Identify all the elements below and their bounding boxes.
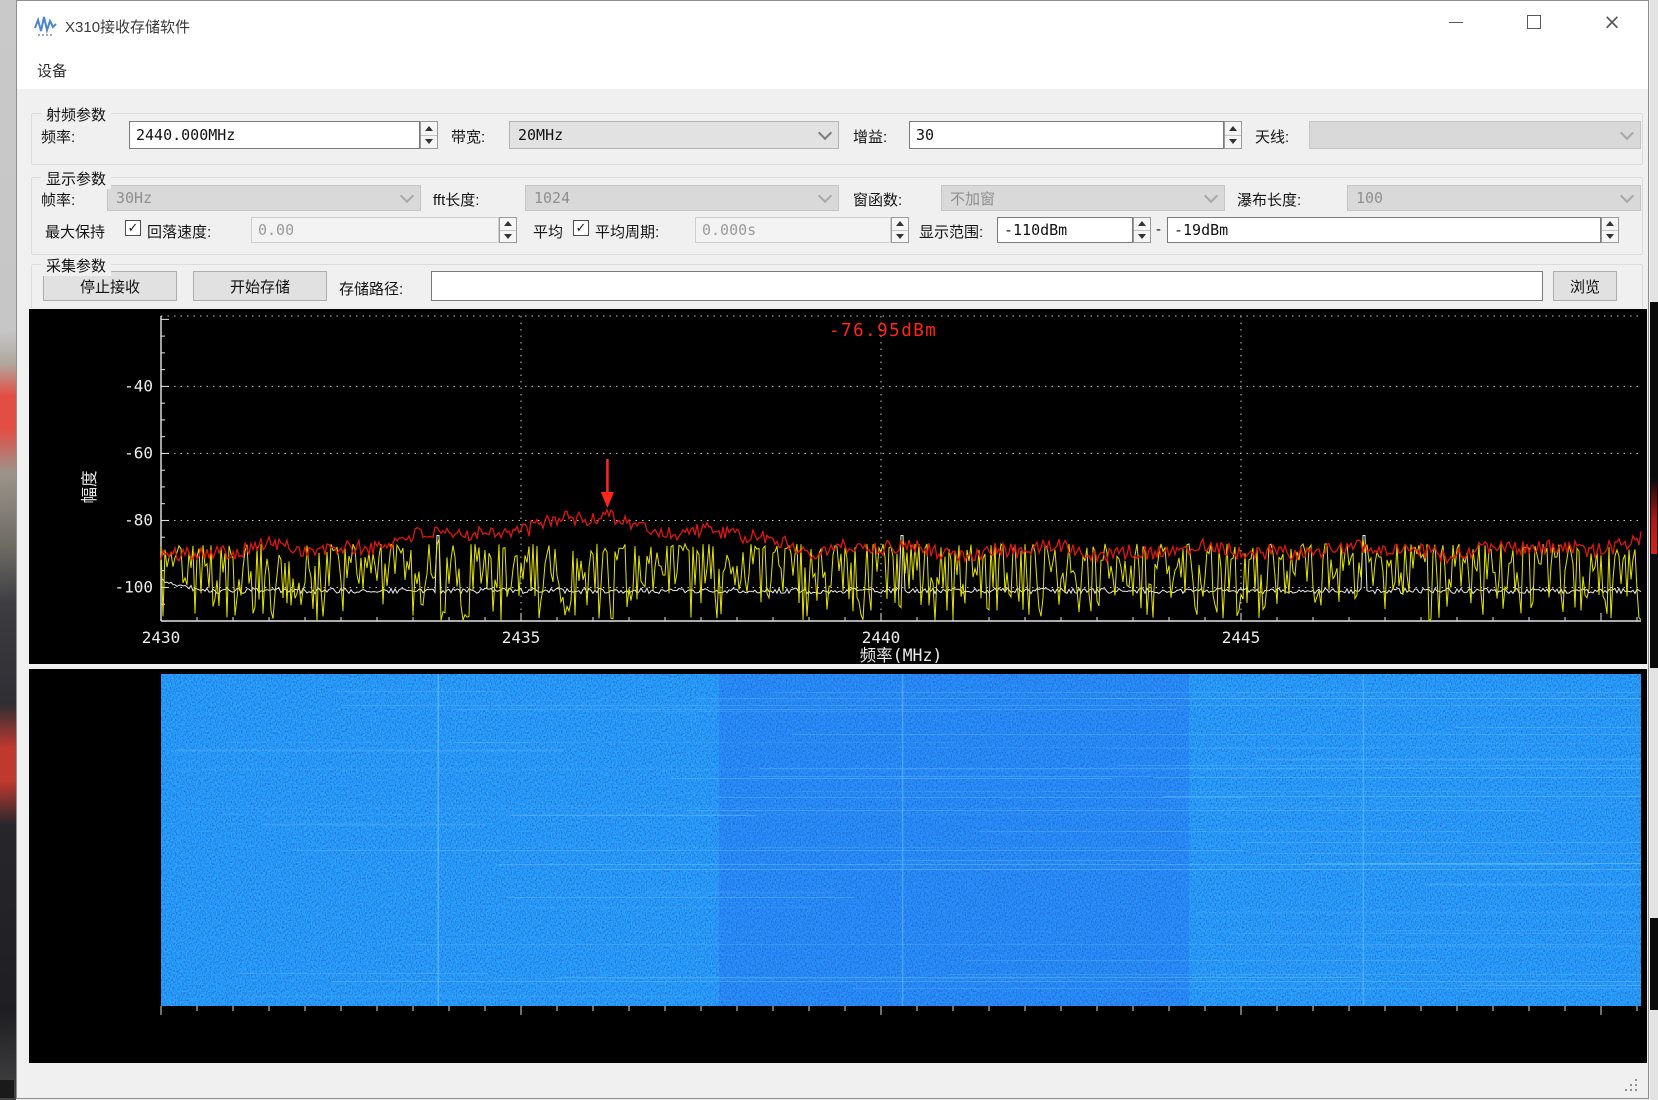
fall-speed-input: 0.00 xyxy=(251,217,499,243)
screen: X310接收存储软件 × 设备 射频参数 频率: 2440.000MHz 带宽:… xyxy=(0,0,1658,1100)
bandwidth-select[interactable]: 20MHz xyxy=(509,121,839,149)
bandwidth-label: 带宽: xyxy=(451,126,485,147)
spin-down-icon[interactable] xyxy=(1602,231,1618,243)
spin-down-icon[interactable] xyxy=(421,136,437,149)
desktop-background-left xyxy=(0,0,16,1100)
chevron-down-icon xyxy=(1620,189,1634,203)
chevron-down-icon xyxy=(818,189,832,203)
chevron-down-icon xyxy=(1204,189,1218,203)
fft-length-label: fft长度: xyxy=(433,189,479,210)
svg-text:幅度: 幅度 xyxy=(80,471,99,504)
framerate-label: 帧率: xyxy=(41,189,75,210)
chevron-down-icon xyxy=(1620,126,1634,140)
svg-text:2435: 2435 xyxy=(502,628,541,647)
freq-label: 频率: xyxy=(41,126,75,147)
maximize-button[interactable] xyxy=(1511,5,1557,39)
fft-length-select: 1024 xyxy=(525,185,839,211)
spin-up-icon[interactable] xyxy=(421,122,437,136)
svg-text:-80: -80 xyxy=(124,510,153,529)
freq-spinner[interactable] xyxy=(420,121,438,149)
browse-button[interactable]: 浏览 xyxy=(1553,271,1617,301)
average-label: 平均 xyxy=(533,221,563,242)
background-window-red-trace xyxy=(1651,478,1657,554)
range-dash: - xyxy=(1156,221,1161,238)
app-window: X310接收存储软件 × 设备 射频参数 频率: 2440.000MHz 带宽:… xyxy=(16,0,1649,1099)
svg-text:-100: -100 xyxy=(114,577,153,596)
spin-up-icon[interactable] xyxy=(1134,218,1150,231)
spin-down-icon[interactable] xyxy=(1134,231,1150,243)
range-min-input[interactable]: -110dBm xyxy=(997,217,1133,243)
rf-params-group-label: 射频参数 xyxy=(41,104,111,125)
gain-label: 增益: xyxy=(853,126,887,147)
desktop-taskbar-icon xyxy=(0,1080,14,1098)
window-fn-label: 窗函数: xyxy=(853,189,902,210)
peak-readout: -76.95dBm xyxy=(829,321,937,341)
waterfall-length-select: 100 xyxy=(1347,185,1641,211)
maximize-icon xyxy=(1527,15,1541,29)
store-path-label: 存储路径: xyxy=(339,278,403,299)
resize-grip[interactable] xyxy=(1623,1077,1638,1092)
avg-period-spinner[interactable] xyxy=(891,217,909,243)
range-min-spinner[interactable] xyxy=(1133,217,1151,243)
avg-period-input: 0.000s xyxy=(695,217,891,243)
chevron-down-icon xyxy=(400,189,414,203)
avg-period-checkbox[interactable]: ✓ xyxy=(573,220,589,236)
svg-text:-60: -60 xyxy=(124,443,153,462)
minimize-button[interactable] xyxy=(1433,5,1479,39)
waterfall-panel xyxy=(29,669,1647,1063)
display-params-group-label: 显示参数 xyxy=(41,168,111,189)
display-range-label: 显示范围: xyxy=(919,221,983,242)
spin-up-icon[interactable] xyxy=(1225,122,1241,136)
waterfall-display xyxy=(29,669,1647,1063)
spectrum-traces xyxy=(161,510,1641,621)
framerate-select: 30Hz xyxy=(107,185,421,211)
waterfall-length-label: 瀑布长度: xyxy=(1237,189,1301,210)
spin-down-icon[interactable] xyxy=(500,231,516,243)
grid-lines xyxy=(161,316,1641,621)
svg-text:-40: -40 xyxy=(124,376,153,395)
svg-text:2445: 2445 xyxy=(1222,628,1261,647)
desktop-background-right xyxy=(1650,0,1658,1100)
antenna-label: 天线: xyxy=(1255,126,1289,147)
minimize-icon xyxy=(1449,22,1463,23)
freq-input[interactable]: 2440.000MHz xyxy=(129,121,420,149)
window-title: X310接收存储软件 xyxy=(65,16,190,37)
window-header xyxy=(17,1,1648,89)
range-max-spinner[interactable] xyxy=(1601,217,1619,243)
spin-down-icon[interactable] xyxy=(892,231,908,243)
fall-speed-spinner[interactable] xyxy=(499,217,517,243)
spin-down-icon[interactable] xyxy=(1225,136,1241,149)
fall-speed-label: 回落速度: xyxy=(147,221,211,242)
gain-spinner[interactable] xyxy=(1224,121,1242,149)
avg-period-label: 平均周期: xyxy=(595,221,659,242)
close-icon: × xyxy=(1603,12,1621,33)
spectrum-panel: -40 -60 -80 -100 2430 2435 2440 2445 频率(MHz) 幅度 -7… xyxy=(29,309,1647,664)
store-path-input[interactable] xyxy=(431,271,1543,301)
svg-text:频率(MHz): 频率(MHz) xyxy=(860,646,943,664)
menu-item-device[interactable]: 设备 xyxy=(33,58,71,83)
range-max-input[interactable]: -19dBm xyxy=(1167,217,1601,243)
capture-params-group-label: 采集参数 xyxy=(41,255,111,276)
fall-speed-checkbox[interactable]: ✓ xyxy=(125,220,141,236)
app-icon xyxy=(33,13,58,38)
window-fn-select: 不加窗 xyxy=(941,185,1225,211)
antenna-select xyxy=(1309,121,1641,149)
gain-input[interactable]: 30 xyxy=(909,121,1224,149)
svg-text:2440: 2440 xyxy=(862,628,901,647)
spin-up-icon[interactable] xyxy=(500,218,516,231)
svg-text:2430: 2430 xyxy=(142,628,181,647)
axes xyxy=(161,316,1641,621)
peak-marker: -76.95dBm xyxy=(601,321,937,508)
spin-up-icon[interactable] xyxy=(1602,218,1618,231)
chevron-down-icon xyxy=(818,126,832,140)
background-window-dark-band2 xyxy=(1650,918,1658,1010)
spectrum-chart[interactable]: -40 -60 -80 -100 2430 2435 2440 2445 频率(MHz) 幅度 -7… xyxy=(29,309,1647,664)
spin-up-icon[interactable] xyxy=(892,218,908,231)
max-hold-label: 最大保持 xyxy=(45,221,105,242)
start-store-button[interactable]: 开始存储 xyxy=(193,271,327,301)
close-button[interactable]: × xyxy=(1589,5,1635,39)
